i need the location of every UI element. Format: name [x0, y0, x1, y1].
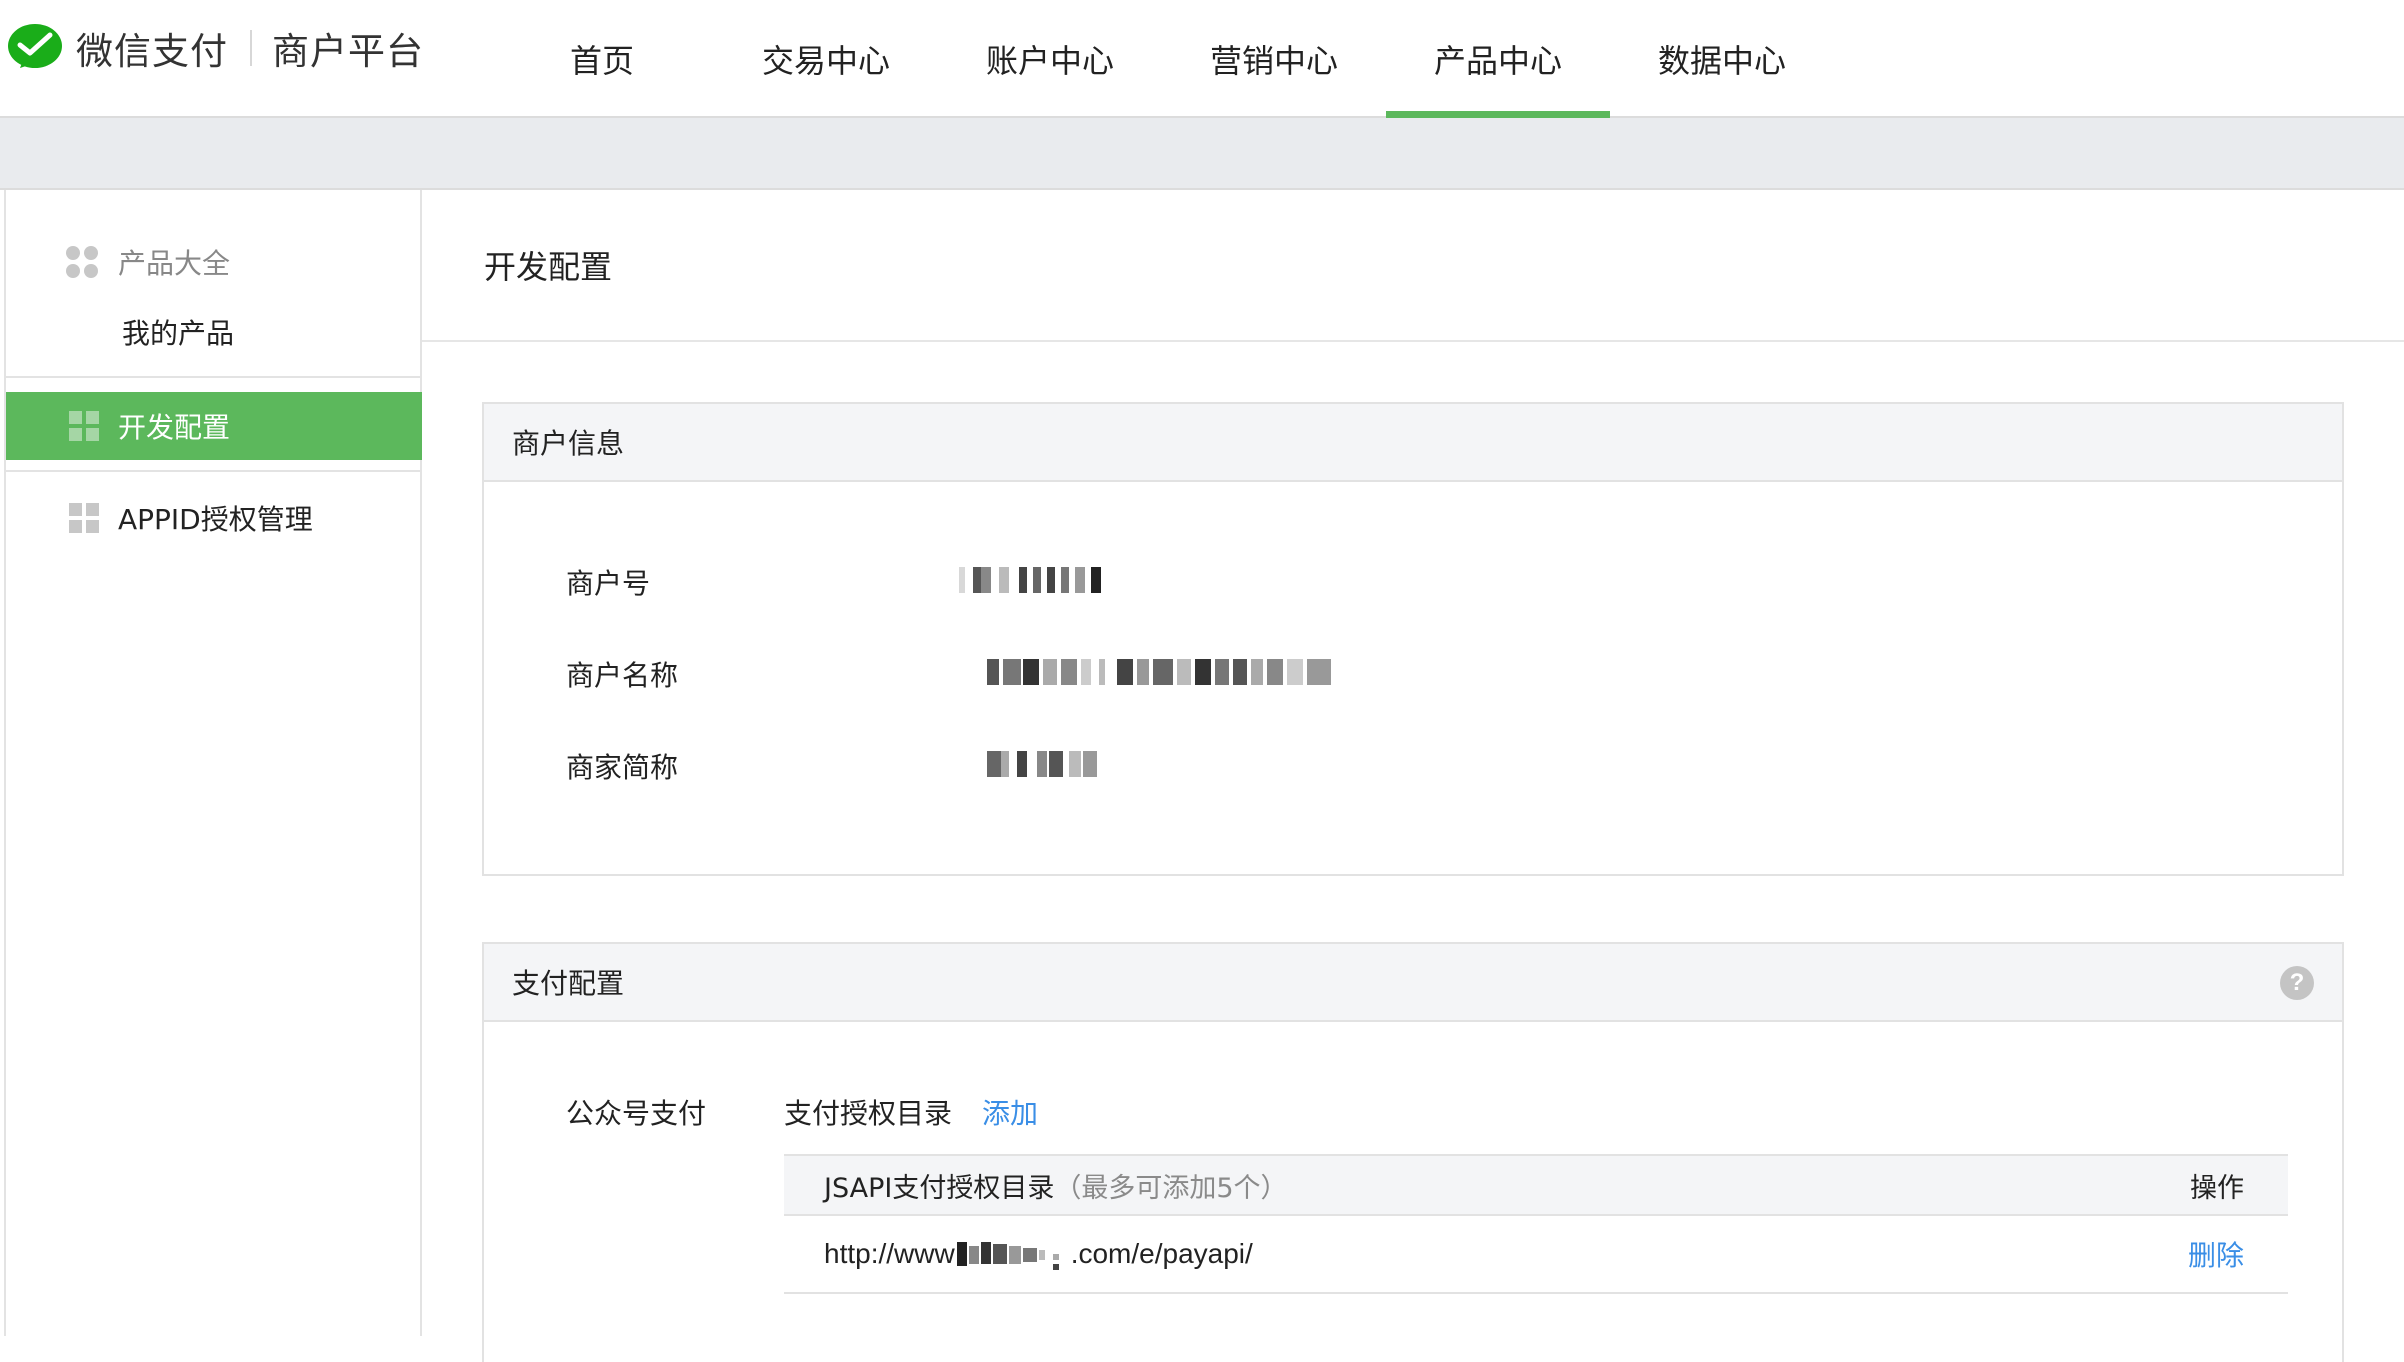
brand-divider	[250, 30, 252, 66]
nav-label: 交易中心	[761, 42, 890, 80]
sidebar: 产品大全 我的产品 开发配置 APPID授权管理	[4, 190, 422, 1336]
url-prefix: http://www	[824, 1238, 955, 1269]
pay-config-panel: 支付配置 ? 公众号支付 支付授权目录 添加 JSAPI支付授权目录 （最多可添…	[482, 942, 2344, 1362]
merchant-id-row: 商户号	[566, 562, 1101, 602]
brand-name: 微信支付	[76, 30, 228, 73]
sidebar-item-appid-auth[interactable]: APPID授权管理	[6, 484, 422, 552]
table-header-operation: 操作	[2190, 1172, 2244, 1204]
field-label: 商户名称	[566, 659, 679, 692]
table-row: http://www .com/e/payapi/ 删除	[784, 1216, 2288, 1294]
nav-label: 首页	[569, 42, 634, 80]
table-header-note: （最多可添加5个）	[1054, 1172, 1288, 1204]
panel-header: 商户信息	[484, 404, 2342, 482]
title-divider	[422, 340, 2404, 342]
subheader-band	[0, 118, 2404, 190]
nav-label: 产品中心	[1433, 42, 1562, 80]
page-title: 开发配置	[484, 248, 613, 286]
field-label: 商户号	[566, 567, 651, 600]
sidebar-item-dev-config[interactable]: 开发配置	[6, 392, 422, 460]
field-label: 商家简称	[566, 751, 679, 784]
nav-product-center[interactable]: 产品中心	[1386, 0, 1610, 118]
nav-label: 账户中心	[985, 42, 1114, 80]
grid-icon	[69, 411, 99, 441]
sidebar-group-label: 产品大全	[118, 247, 231, 280]
nav-home[interactable]: 首页	[490, 0, 714, 118]
pay-auth-dir-label: 支付授权目录	[784, 1097, 953, 1130]
help-icon[interactable]: ?	[2280, 966, 2314, 1000]
nav-account-center[interactable]: 账户中心	[938, 0, 1162, 118]
table-header-title: JSAPI支付授权目录	[824, 1172, 1055, 1204]
merchant-name-row: 商户名称	[566, 654, 1331, 694]
nav-label: 数据中心	[1657, 42, 1786, 80]
merchant-name-value-redacted	[986, 659, 1347, 685]
merchant-info-panel: 商户信息 商户号 商户名称 商家简称	[482, 402, 2344, 876]
top-header: 微信支付 商户平台 首页 交易中心 账户中心 营销中心 产品中心 数据中心	[0, 0, 2404, 118]
sidebar-group-products[interactable]: 产品大全	[64, 242, 230, 282]
nav-label: 营销中心	[1209, 42, 1338, 80]
sidebar-divider	[6, 470, 422, 472]
sidebar-item-my-products[interactable]: 我的产品	[122, 312, 234, 352]
sidebar-divider	[6, 376, 422, 378]
auth-dir-table: JSAPI支付授权目录 （最多可添加5个） 操作 http://www .com…	[784, 1154, 2288, 1294]
main-nav: 首页 交易中心 账户中心 营销中心 产品中心 数据中心	[490, 0, 1834, 118]
panel-header: 支付配置 ?	[484, 944, 2342, 1022]
add-auth-dir-link[interactable]: 添加	[982, 1092, 1038, 1132]
merchant-id-value-redacted	[958, 567, 1109, 593]
sidebar-item-label: 开发配置	[118, 411, 231, 444]
delete-link[interactable]: 删除	[2188, 1234, 2244, 1274]
merchant-short-name-row: 商家简称	[566, 746, 1097, 786]
merchant-short-name-value-redacted	[986, 751, 1107, 777]
nav-data-center[interactable]: 数据中心	[1610, 0, 1834, 118]
apps-dots-icon	[66, 246, 98, 278]
jsapi-pay-label: 公众号支付	[566, 1097, 707, 1130]
table-header: JSAPI支付授权目录 （最多可添加5个） 操作	[784, 1154, 2288, 1216]
panel-title: 支付配置	[512, 967, 625, 1000]
panel-title: 商户信息	[512, 427, 625, 460]
platform-name: 商户平台	[272, 30, 424, 73]
grid-icon	[69, 503, 99, 533]
main-content: 开发配置 商户信息 商户号 商户名称 商家简称 支付配置 ? 公众号支付 支付授…	[422, 190, 2404, 1362]
nav-marketing-center[interactable]: 营销中心	[1162, 0, 1386, 118]
nav-trade-center[interactable]: 交易中心	[714, 0, 938, 118]
brand-logo[interactable]: 微信支付 商户平台	[6, 20, 424, 76]
sidebar-item-label: APPID授权管理	[118, 503, 313, 536]
wechat-pay-logo-icon	[8, 24, 62, 68]
url-domain-redacted	[956, 1240, 1069, 1270]
url-suffix: .com/e/payapi/	[1070, 1238, 1253, 1269]
